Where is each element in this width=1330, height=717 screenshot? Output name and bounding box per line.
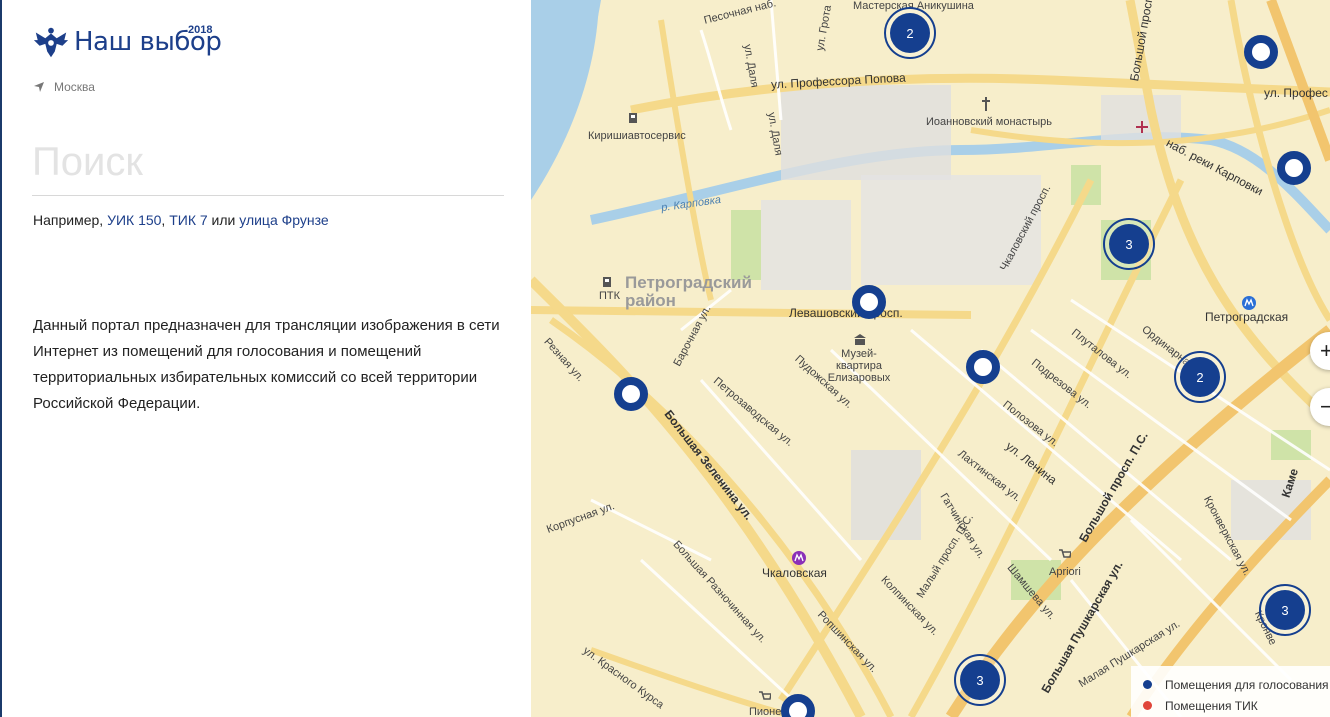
label-district: Петроградский район: [625, 273, 752, 310]
sidebar: Наш выбор 2018 Москва Например, УИК 150,…: [0, 0, 531, 717]
shop-cart-icon: [1059, 549, 1071, 558]
metro-petrogradskaya-icon: [1242, 296, 1256, 310]
legend-row-polling: Помещения для голосования: [1143, 674, 1330, 695]
polling-cluster-marker[interactable]: 2: [1174, 351, 1226, 403]
map-legend: Помещения для голосования Помещения ТИК: [1131, 666, 1330, 717]
museum-icon: [854, 334, 866, 345]
polling-station-marker[interactable]: [1244, 35, 1278, 69]
map[interactable]: Песочная наб. Мастерская Аникушина ул. Г…: [531, 0, 1330, 717]
hospital-icon: [1136, 121, 1148, 133]
polling-cluster-marker[interactable]: 3: [1103, 218, 1155, 270]
legend-tik-label: Помещения ТИК: [1165, 698, 1258, 713]
cluster-count: 2: [1180, 357, 1220, 397]
label-ptk: ПТК: [599, 290, 621, 302]
city-label: Москва: [54, 80, 95, 94]
portal-description: Данный портал предназначен для трансляци…: [33, 317, 500, 412]
label-chkalovskaya: Чкаловская: [762, 566, 827, 580]
hint-link-uik[interactable]: УИК 150: [107, 212, 161, 228]
eagle-emblem-icon: [33, 27, 69, 58]
zoom-out-label: −: [1320, 394, 1330, 419]
shop-cart-icon: [759, 691, 771, 700]
label-kirishi: Киришиавтосервис: [588, 130, 686, 142]
polling-cluster-marker[interactable]: 3: [954, 654, 1006, 706]
polling-cluster-marker[interactable]: 3: [1259, 584, 1311, 636]
logo[interactable]: Наш выбор 2018: [32, 24, 222, 60]
cluster-count: 3: [960, 660, 1000, 700]
label-popova-2: ул. Профес: [1264, 86, 1328, 100]
legend-polling-label: Помещения для голосования: [1165, 677, 1329, 692]
legend-row-tik: Помещения ТИК: [1143, 695, 1330, 716]
polling-station-marker[interactable]: [852, 285, 886, 319]
hint-link-tik[interactable]: ТИК 7: [169, 212, 207, 228]
label-apriori: Apriori: [1049, 566, 1081, 578]
zoom-in-label: +: [1320, 338, 1330, 363]
hint-prefix: Например,: [33, 212, 108, 228]
cluster-count: 2: [890, 13, 930, 53]
search-hint: Например, УИК 150, ТИК 7 или улица Фрунз…: [33, 212, 329, 228]
polling-station-marker[interactable]: [1277, 151, 1311, 185]
polling-station-marker[interactable]: [614, 377, 648, 411]
label-levashovsky: Левашовский просп.: [789, 306, 903, 320]
gas-station-icon: [603, 277, 611, 287]
legend-tik-dot: [1143, 701, 1152, 710]
gas-station-icon: [629, 113, 637, 123]
metro-chkalovskaya-icon: [792, 551, 806, 565]
label-museum: Музей-квартира Елизаровых: [827, 348, 891, 384]
search-input[interactable]: [32, 140, 504, 196]
church-icon: [982, 97, 990, 111]
brand-year: 2018: [188, 24, 213, 36]
cluster-count: 3: [1109, 224, 1149, 264]
hint-or: или: [207, 212, 240, 228]
polling-cluster-marker[interactable]: 2: [884, 7, 936, 59]
label-ioannovsky: Иоанновский монастырь: [926, 116, 1052, 128]
city-selector[interactable]: Москва: [34, 80, 95, 94]
legend-polling-dot: [1143, 680, 1152, 689]
location-arrow-icon: [34, 82, 44, 92]
label-petrogradskaya: Петроградская: [1205, 310, 1289, 324]
cluster-count: 3: [1265, 590, 1305, 630]
hint-link-street[interactable]: улица Фрунзе: [239, 212, 328, 228]
polling-station-marker[interactable]: [966, 350, 1000, 384]
